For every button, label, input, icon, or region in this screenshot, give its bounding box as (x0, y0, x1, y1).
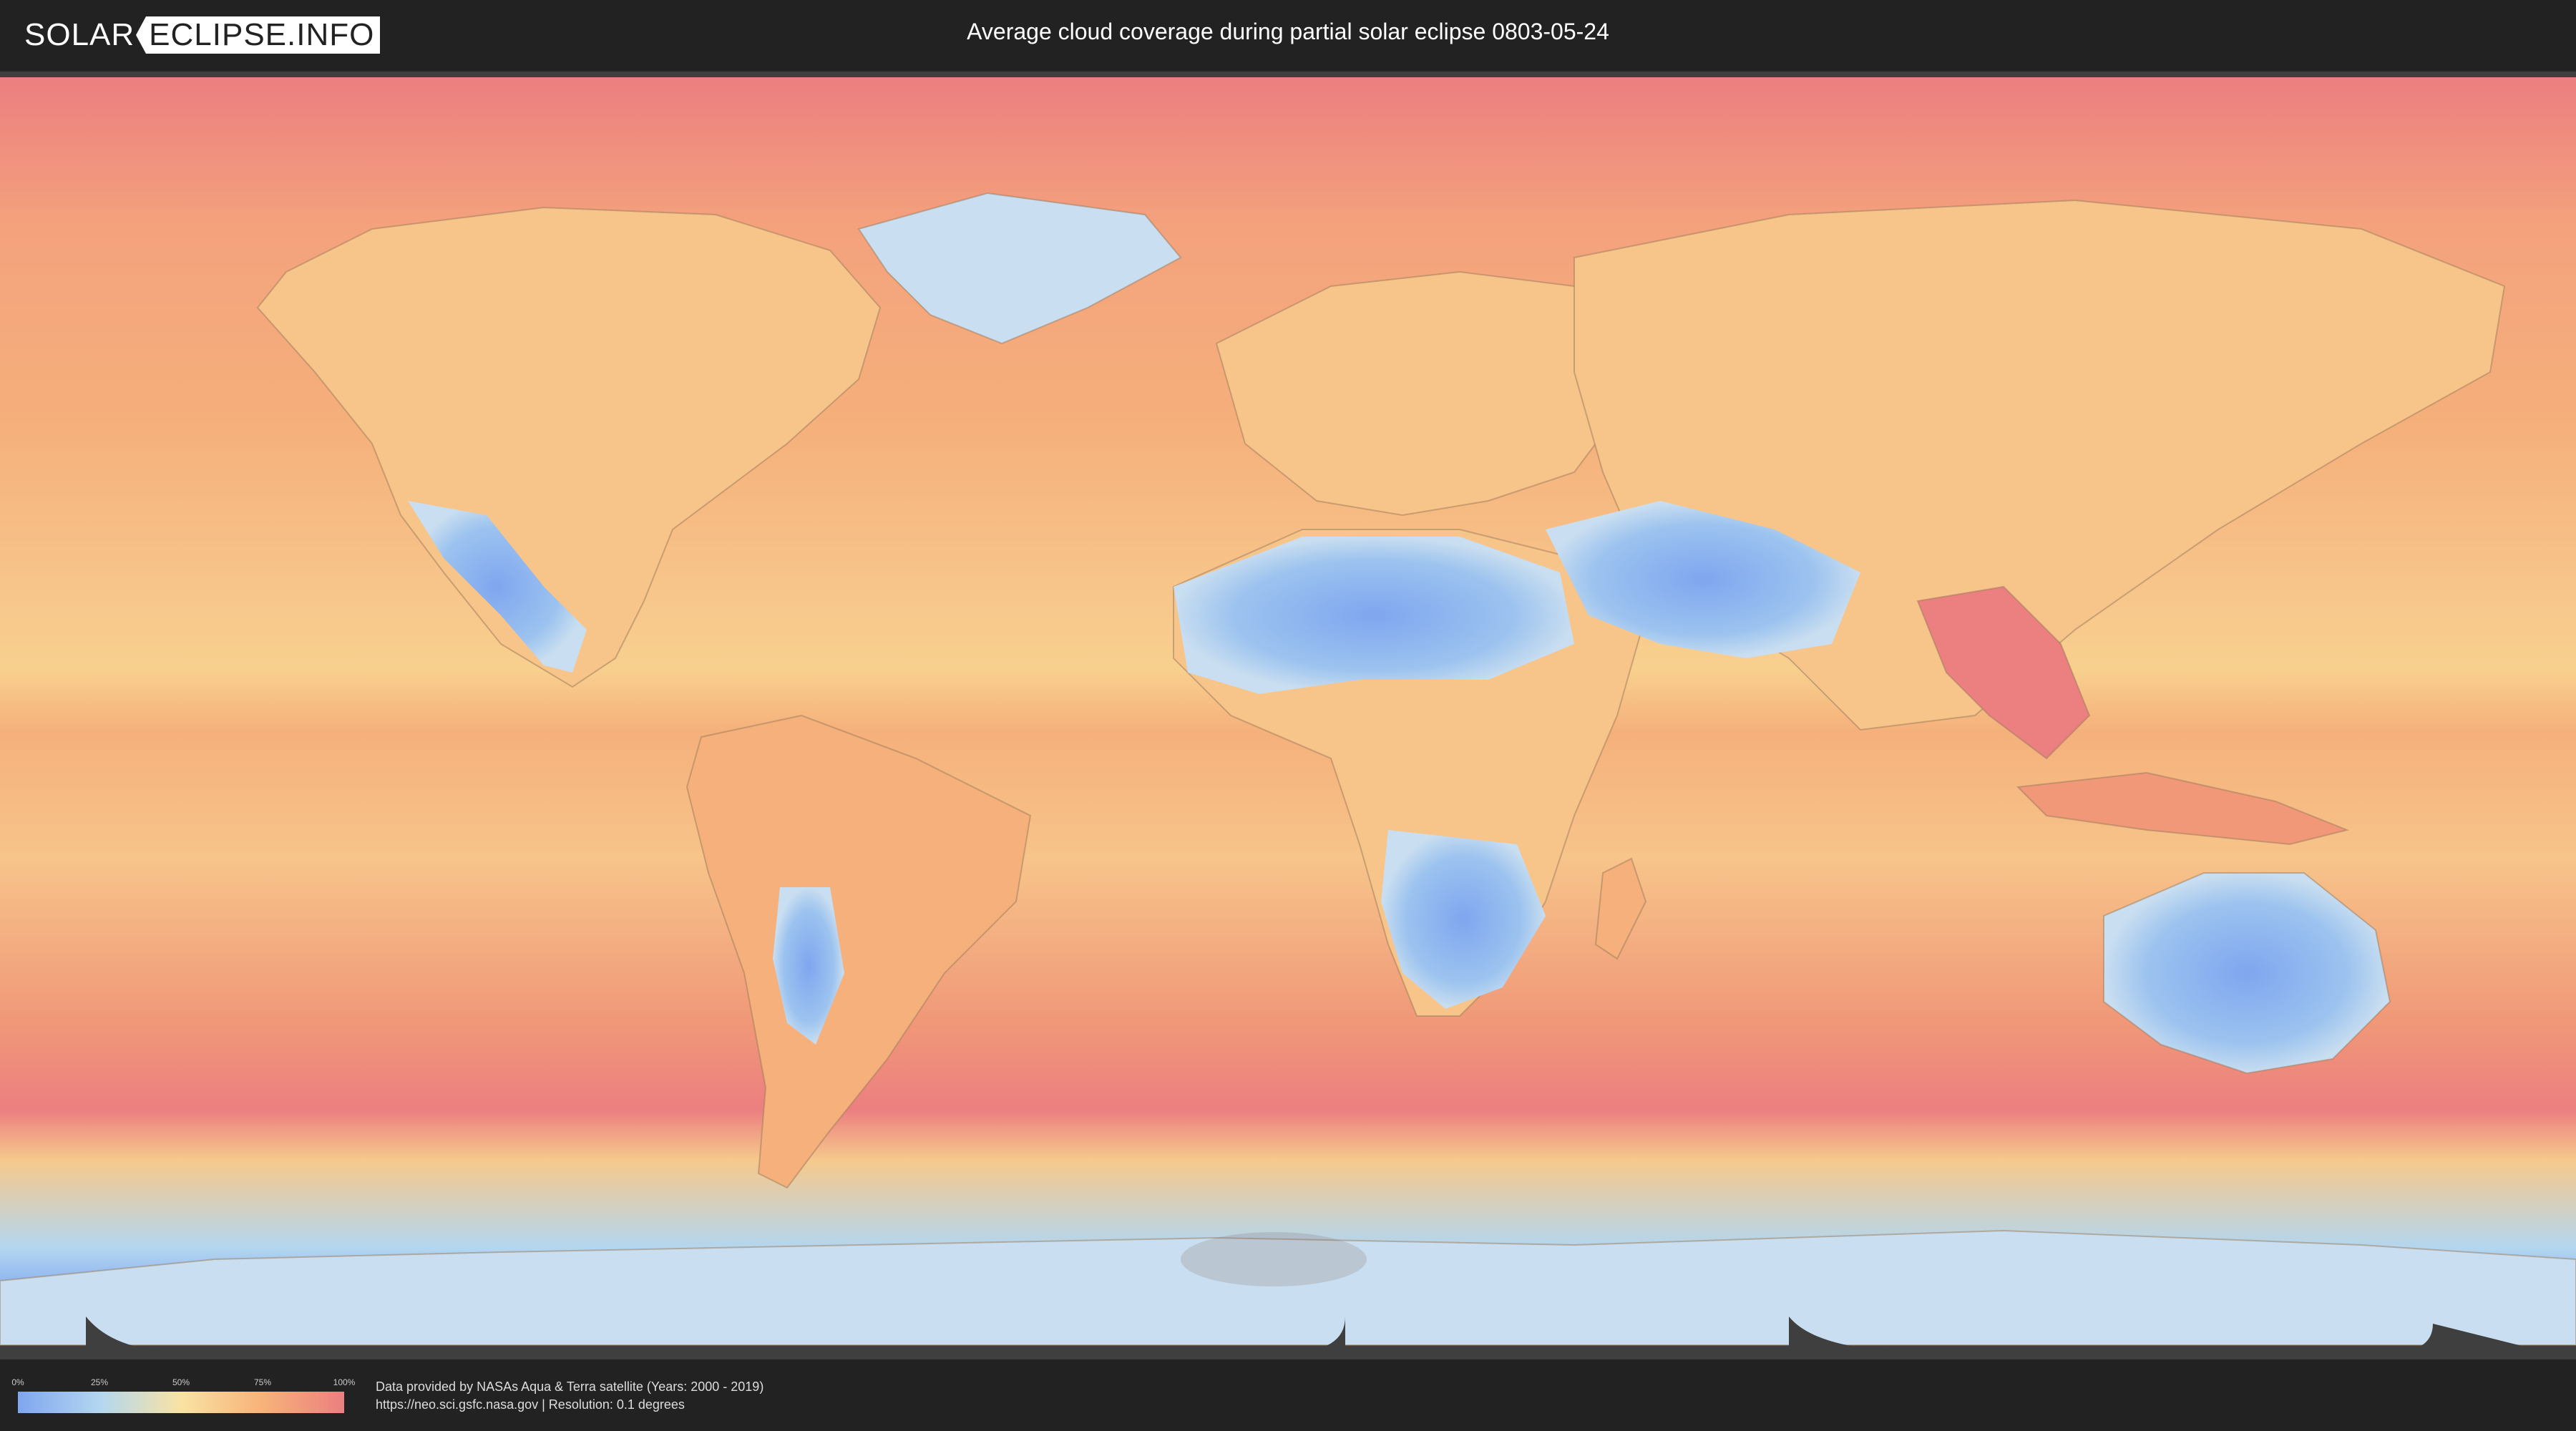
data-source-text: https://neo.sci.gsfc.nasa.gov | Resoluti… (376, 1397, 685, 1412)
legend-tick-25: 25% (90, 1377, 109, 1387)
page-title: Average cloud coverage during partial so… (967, 19, 1609, 44)
legend-tick-50: 50% (172, 1377, 190, 1387)
legend-tick-0: 0% (11, 1377, 24, 1387)
legend-tick-100: 100% (333, 1377, 356, 1387)
top-bar: SOLAR ECLIPSE.INFO Average cloud coverag… (0, 0, 2576, 70)
cloud-coverage-legend-bar (18, 1392, 344, 1413)
legend-tick-labels: 0% 25% 50% 75% 100% (11, 1377, 355, 1389)
cloud-coverage-map[interactable] (0, 72, 2576, 1359)
eclipse-shadow-region (1181, 1232, 1367, 1286)
world-map-svg (0, 72, 2576, 1359)
data-credit-text: Data provided by NASAs Aqua & Terra sate… (376, 1379, 764, 1394)
legend-tick-75: 75% (253, 1377, 272, 1387)
footer (0, 1359, 2576, 1431)
